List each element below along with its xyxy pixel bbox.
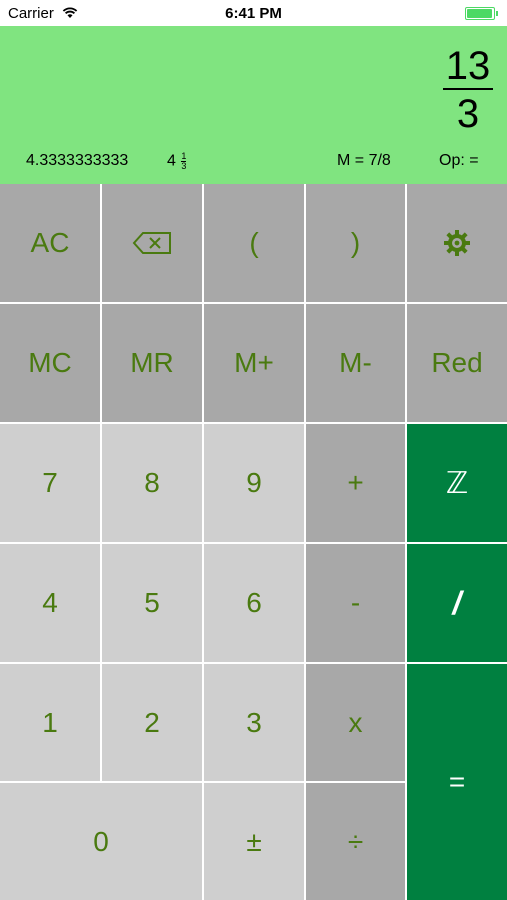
battery-icon [465, 7, 499, 20]
result-fraction: 13 3 [443, 46, 493, 134]
open-paren-button[interactable]: ( [204, 184, 304, 302]
result-numerator: 13 [445, 44, 491, 88]
digit-3-button[interactable]: 3 [204, 664, 304, 781]
memory-subtract-button[interactable]: M- [306, 304, 405, 422]
digit-2-button[interactable]: 2 [102, 664, 202, 781]
digit-8-button[interactable]: 8 [102, 424, 202, 542]
reduce-button[interactable]: Red [407, 304, 507, 422]
result-denominator: 3 [456, 92, 480, 136]
mixed-fraction: 1 3 [181, 151, 187, 171]
info-row: 4.3333333333 4 1 3 M = 7/8 Op: = [0, 150, 507, 174]
backspace-button[interactable] [102, 184, 202, 302]
divide-button[interactable]: ÷ [306, 783, 405, 900]
fraction-bar [443, 88, 493, 90]
memory-clear-button[interactable]: MC [0, 304, 100, 422]
mixed-denominator: 3 [181, 161, 187, 171]
display-panel: 13 3 4.3333333333 4 1 3 M = 7/8 Op: = [0, 26, 507, 184]
minus-button[interactable]: - [306, 544, 405, 662]
mixed-numerator: 1 [181, 151, 187, 161]
equals-button[interactable]: = [407, 664, 507, 900]
digit-9-button[interactable]: 9 [204, 424, 304, 542]
memory-readout: M = 7/8 [337, 152, 391, 169]
memory-add-button[interactable]: M+ [204, 304, 304, 422]
ac-button[interactable]: AC [0, 184, 100, 302]
digit-5-button[interactable]: 5 [102, 544, 202, 662]
keypad: AC ( ) MC MR M+ M- Red 7 8 9 + ℤ 4 5 6 -… [0, 184, 507, 900]
mixed-whole: 4 [167, 152, 176, 170]
fraction-slash-button[interactable]: / [407, 544, 507, 662]
digit-0-button[interactable]: 0 [0, 783, 202, 900]
digit-1-button[interactable]: 1 [0, 664, 100, 781]
decimal-readout: 4.3333333333 [26, 152, 129, 169]
clock: 6:41 PM [225, 5, 282, 22]
mixed-number-readout: 4 1 3 [167, 151, 187, 171]
digit-6-button[interactable]: 6 [204, 544, 304, 662]
backspace-icon [132, 231, 172, 255]
close-paren-button[interactable]: ) [306, 184, 405, 302]
digit-7-button[interactable]: 7 [0, 424, 100, 542]
operation-readout: Op: = [439, 152, 479, 169]
memory-recall-button[interactable]: MR [102, 304, 202, 422]
integer-button[interactable]: ℤ [407, 424, 507, 542]
status-bar: Carrier 6:41 PM [0, 0, 507, 26]
plus-button[interactable]: + [306, 424, 405, 542]
multiply-button[interactable]: x [306, 664, 405, 781]
digit-4-button[interactable]: 4 [0, 544, 100, 662]
plus-minus-button[interactable]: ± [204, 783, 304, 900]
settings-button[interactable] [407, 184, 507, 302]
gear-icon [443, 229, 471, 257]
